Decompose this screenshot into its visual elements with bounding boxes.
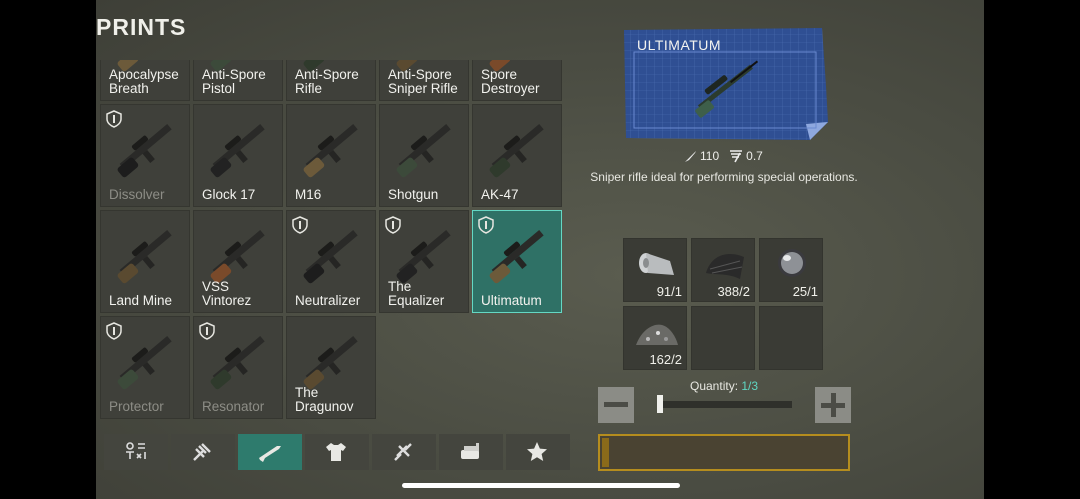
category-tab[interactable] <box>104 434 168 470</box>
blueprint-label: Protector <box>109 399 164 414</box>
fabric-roll-icon <box>639 253 674 275</box>
resource-slot: 162/2 <box>623 306 687 370</box>
blueprint-tile[interactable]: The Dragunov <box>286 316 376 419</box>
blueprint-tile[interactable]: Anti-Spore Pistol <box>193 60 283 101</box>
blueprint-name: ULTIMATUM <box>637 37 722 53</box>
plus-icon <box>821 393 845 417</box>
weapon-icon <box>396 124 451 178</box>
favorites-star-icon <box>527 442 547 461</box>
category-tab[interactable] <box>506 434 570 470</box>
blueprint-tile[interactable]: Anti-Spore Rifle <box>286 60 376 101</box>
blueprint-description: Sniper rifle ideal for performing specia… <box>590 170 858 184</box>
shield-icon <box>106 110 122 128</box>
furniture-icon <box>461 443 479 459</box>
components-icon <box>394 443 412 461</box>
weapon-icon <box>210 124 265 178</box>
category-tab[interactable] <box>305 434 369 470</box>
empty-resource-slot <box>691 306 755 370</box>
resource-count: 25/1 <box>792 284 818 299</box>
category-tab[interactable] <box>171 434 235 470</box>
blueprint-label: Anti-Spore Pistol <box>202 67 266 96</box>
tools-icon <box>193 443 211 461</box>
blueprint-label: Anti-Spore Rifle <box>295 67 359 96</box>
minus-icon <box>604 402 628 407</box>
weapon-icon <box>117 230 172 284</box>
blueprint-tile[interactable]: Apocalypse Breath <box>100 60 190 101</box>
blueprint-tile[interactable]: Anti-Spore Sniper Rifle <box>379 60 469 101</box>
shield-icon <box>385 216 401 234</box>
increase-quantity-button[interactable] <box>815 387 851 423</box>
blueprint-label: Neutralizer <box>295 293 361 308</box>
right-black-bar <box>984 0 1080 499</box>
category-tab[interactable] <box>439 434 503 470</box>
shield-icon <box>106 322 122 340</box>
resource-count: 162/2 <box>649 352 682 367</box>
page-title: PRINTS <box>96 14 187 40</box>
quantity-slider-thumb[interactable] <box>657 395 663 413</box>
blueprint-grid[interactable]: Apocalypse Breath Anti-Spore Pistol Anti… <box>100 60 574 420</box>
category-tab[interactable] <box>238 434 302 470</box>
resource-slot: 25/1 <box>759 238 823 302</box>
blueprint-tile[interactable]: Ultimatum <box>472 210 562 313</box>
decrease-quantity-button[interactable] <box>598 387 634 423</box>
blueprint-label: M16 <box>295 187 322 202</box>
empty-resource-slot <box>759 306 823 370</box>
blueprint-tile[interactable]: M16 <box>286 104 376 207</box>
blueprint-tile[interactable]: Land Mine <box>100 210 190 313</box>
blueprint-label: The Dragunov <box>295 385 354 414</box>
blueprint-label: Land Mine <box>109 293 173 308</box>
quantity-label: Quantity: 1/3 <box>690 379 759 393</box>
blueprint-label: Ultimatum <box>481 293 542 308</box>
blueprint-tile[interactable]: AK-47 <box>472 104 562 207</box>
resource-slot: 91/1 <box>623 238 687 302</box>
blueprint-tile[interactable]: Dissolver <box>100 104 190 207</box>
craft-progress-fill <box>602 438 609 467</box>
quantity-slider[interactable] <box>658 401 792 408</box>
craft-button[interactable] <box>598 434 850 471</box>
blueprint-label: Glock 17 <box>202 187 256 202</box>
weapon-icon <box>303 124 358 178</box>
blueprint-label: Shotgun <box>388 187 439 202</box>
blueprint-label: Dissolver <box>109 187 165 202</box>
blueprint-label: Spore Destroyer <box>481 67 540 96</box>
category-tab[interactable] <box>372 434 436 470</box>
blueprint-label: Resonator <box>202 399 265 414</box>
blueprint-label: Anti-Spore Sniper Rifle <box>388 67 458 96</box>
resource-count: 91/1 <box>656 284 682 299</box>
weapons-icon <box>259 446 281 462</box>
quantity-value: 1/3 <box>741 379 759 393</box>
resource-count: 388/2 <box>717 284 750 299</box>
home-indicator[interactable] <box>402 483 680 488</box>
blueprint-tile[interactable]: Shotgun <box>379 104 469 207</box>
blueprint-tile[interactable]: Resonator <box>193 316 283 419</box>
blueprint-tile[interactable]: Glock 17 <box>193 104 283 207</box>
weapon-icon <box>303 336 358 390</box>
shield-icon <box>292 216 308 234</box>
blueprint-tile[interactable]: Protector <box>100 316 190 419</box>
blueprint-tile[interactable]: Spore Destroyer <box>472 60 562 101</box>
clothing-icon <box>326 443 346 461</box>
blueprint-tile[interactable]: VSS Vintorez <box>193 210 283 313</box>
fire-rate-value: 0.7 <box>746 149 763 163</box>
lens-icon <box>778 249 806 277</box>
resource-slot: 388/2 <box>691 238 755 302</box>
blueprint-tile[interactable]: Neutralizer <box>286 210 376 313</box>
damage-value: 110 <box>700 149 720 163</box>
all-categories-icon <box>126 442 146 459</box>
blueprint-label: Apocalypse Breath <box>109 67 179 96</box>
blueprint-label: AK-47 <box>481 187 519 202</box>
weapon-icon <box>210 230 265 284</box>
shield-icon <box>478 216 494 234</box>
rubber-sheet-icon <box>706 254 744 279</box>
blueprint-tile[interactable]: The Equalizer <box>379 210 469 313</box>
weapon-stats: 110 0.7 <box>684 149 763 163</box>
weapon-icon <box>489 124 544 178</box>
damage-icon <box>685 150 696 162</box>
fire-rate-icon <box>730 149 743 162</box>
blueprint-label: VSS Vintorez <box>202 279 252 308</box>
blueprint-label: The Equalizer <box>388 279 445 308</box>
shield-icon <box>199 322 215 340</box>
gravel-pile-icon <box>636 324 678 345</box>
